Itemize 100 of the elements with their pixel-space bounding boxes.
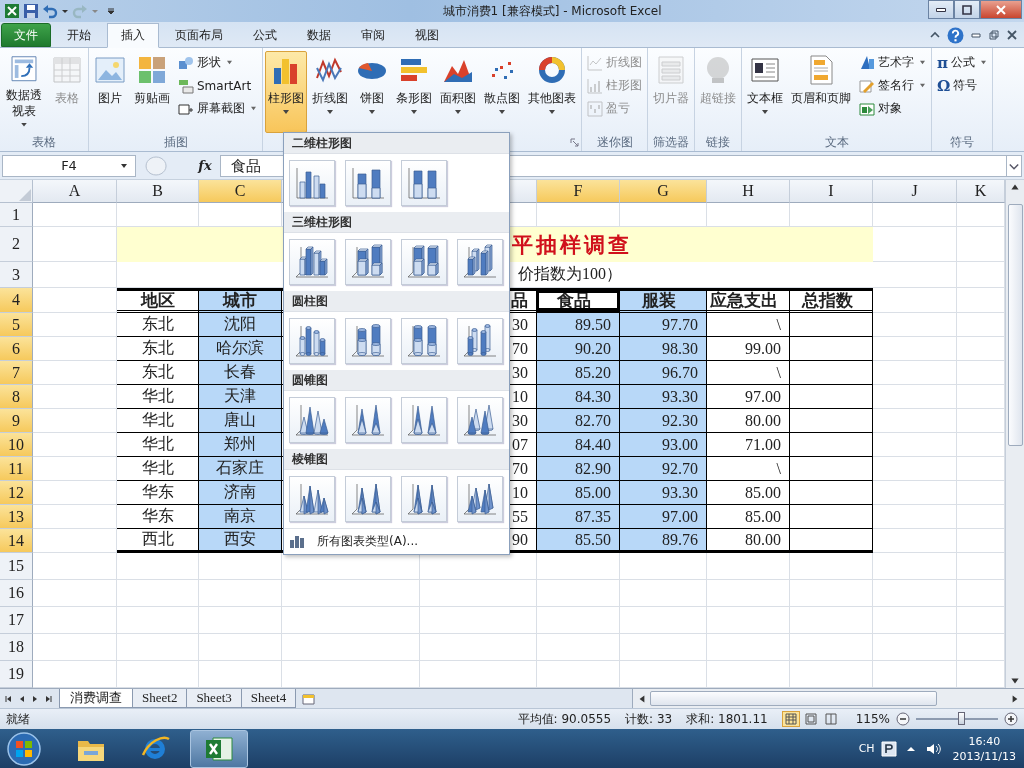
table-cell[interactable]: 华东 — [117, 505, 199, 529]
table-cell[interactable] — [790, 313, 873, 337]
table-cell[interactable]: 济南 — [199, 481, 282, 505]
table-cell[interactable]: \ — [707, 361, 790, 385]
sheet-nav-icon[interactable] — [43, 693, 53, 704]
chart-type-button[interactable] — [457, 239, 503, 285]
row-number[interactable]: 13 — [0, 505, 33, 529]
chart-type-button[interactable] — [345, 239, 391, 285]
ribbon-tab[interactable]: 页面布局 — [161, 23, 237, 47]
ribbon-button[interactable]: 形状 — [175, 52, 260, 73]
row-number[interactable]: 3 — [0, 262, 33, 288]
ribbon-tab[interactable]: 视图 — [401, 23, 453, 47]
splitter-handle-icon[interactable] — [144, 155, 168, 176]
vertical-scrollbar[interactable] — [1005, 180, 1024, 688]
table-cell[interactable]: 西安 — [199, 529, 282, 553]
table-cell[interactable]: 85.20 — [537, 361, 620, 385]
zoom-percent[interactable]: 115% — [855, 712, 890, 726]
table-cell[interactable]: 99.00 — [707, 337, 790, 361]
table-cell[interactable]: 84.40 — [537, 433, 620, 457]
ribbon-tab[interactable]: 文件 — [1, 23, 51, 47]
table-cell[interactable]: 西北 — [117, 529, 199, 553]
table-cell[interactable]: 东北 — [117, 337, 199, 361]
table-cell[interactable]: 98.30 — [620, 337, 707, 361]
chart-type-button[interactable] — [345, 476, 391, 522]
table-cell[interactable]: 郑州 — [199, 433, 282, 457]
ribbon-tab[interactable]: 审阅 — [347, 23, 399, 47]
start-button[interactable] — [6, 730, 42, 767]
table-cell[interactable] — [790, 361, 873, 385]
table-cell[interactable]: 85.00 — [707, 481, 790, 505]
table-cell[interactable] — [790, 433, 873, 457]
undo-icon[interactable] — [42, 3, 58, 19]
row-number[interactable]: 18 — [0, 634, 33, 661]
ribbon-tab[interactable]: 公式 — [239, 23, 291, 47]
table-header[interactable]: 地区 — [117, 288, 199, 313]
column-letter[interactable]: G — [620, 180, 707, 203]
table-cell[interactable]: 华东 — [117, 481, 199, 505]
row-number[interactable]: 4 — [0, 288, 33, 313]
table-cell[interactable]: 华北 — [117, 457, 199, 481]
row-number[interactable]: 19 — [0, 661, 33, 688]
ribbon-button[interactable]: 饼图 — [353, 51, 391, 131]
row-number[interactable]: 6 — [0, 337, 33, 361]
table-cell[interactable]: \ — [707, 313, 790, 337]
table-header[interactable]: 应急支出 — [707, 288, 790, 313]
table-cell[interactable]: 沈阳 — [199, 313, 282, 337]
input-language[interactable]: CH — [858, 742, 875, 755]
table-cell[interactable]: 90.20 — [537, 337, 620, 361]
table-cell[interactable]: 89.50 — [537, 313, 620, 337]
row-number[interactable]: 8 — [0, 385, 33, 409]
chart-type-button[interactable] — [289, 239, 335, 285]
table-cell[interactable]: 华北 — [117, 433, 199, 457]
ribbon-button[interactable]: 柱形图 — [265, 51, 307, 133]
table-cell[interactable]: \ — [707, 457, 790, 481]
chart-type-button[interactable] — [457, 318, 503, 364]
table-cell[interactable]: 85.00 — [537, 481, 620, 505]
table-cell[interactable]: 天津 — [199, 385, 282, 409]
ribbon-button[interactable]: 面积图 — [437, 51, 479, 131]
ribbon-tab[interactable]: 插入 — [107, 23, 159, 48]
chart-type-button[interactable] — [401, 476, 447, 522]
ribbon-button[interactable]: 文本框 — [744, 51, 786, 131]
chart-type-button[interactable] — [345, 397, 391, 443]
row-number[interactable]: 16 — [0, 580, 33, 607]
table-cell[interactable] — [790, 481, 873, 505]
table-cell[interactable]: 92.70 — [620, 457, 707, 481]
sheet-tab[interactable]: Sheet2 — [132, 689, 188, 708]
customize-toolbar-icon[interactable] — [106, 6, 116, 16]
chart-type-button[interactable] — [289, 318, 335, 364]
column-letter[interactable]: A — [33, 180, 117, 203]
help-icon[interactable] — [947, 26, 964, 44]
row-number[interactable]: 17 — [0, 607, 33, 634]
table-cell[interactable]: 长春 — [199, 361, 282, 385]
chart-type-button[interactable] — [401, 318, 447, 364]
horizontal-scrollbar[interactable] — [632, 689, 1024, 708]
table-cell[interactable]: 97.00 — [707, 385, 790, 409]
name-box[interactable]: F4 — [2, 154, 136, 177]
sheet-tab[interactable]: 消费调查 — [59, 689, 133, 708]
sheet-nav-icon[interactable] — [4, 693, 14, 704]
table-cell[interactable]: 97.70 — [620, 313, 707, 337]
table-cell[interactable]: 82.90 — [537, 457, 620, 481]
table-cell[interactable]: 华北 — [117, 409, 199, 433]
row-number[interactable]: 7 — [0, 361, 33, 385]
table-header[interactable]: 总指数 — [790, 288, 873, 313]
scrollbar-thumb[interactable] — [650, 691, 937, 706]
table-cell[interactable] — [790, 409, 873, 433]
table-cell[interactable]: 石家庄 — [199, 457, 282, 481]
table-cell[interactable]: 97.00 — [620, 505, 707, 529]
table-header[interactable]: 城市 — [199, 288, 282, 313]
ribbon-button[interactable]: 数据透视表 — [2, 51, 46, 131]
caret-icon[interactable] — [120, 162, 128, 169]
ribbon-button[interactable]: 条形图 — [393, 51, 435, 131]
table-cell[interactable]: 89.76 — [620, 529, 707, 553]
row-number[interactable]: 1 — [0, 203, 33, 227]
table-cell[interactable]: 唐山 — [199, 409, 282, 433]
table-cell[interactable]: 93.30 — [620, 385, 707, 409]
chart-type-button[interactable] — [345, 318, 391, 364]
zoom-out-icon[interactable] — [896, 712, 910, 726]
ribbon-button[interactable]: 散点图 — [481, 51, 523, 131]
restore-icon[interactable] — [988, 29, 1000, 41]
chart-type-button[interactable] — [289, 476, 335, 522]
ribbon-button[interactable]: 屏幕截图 — [175, 98, 260, 119]
ribbon-button[interactable]: π 公式 — [934, 52, 990, 73]
